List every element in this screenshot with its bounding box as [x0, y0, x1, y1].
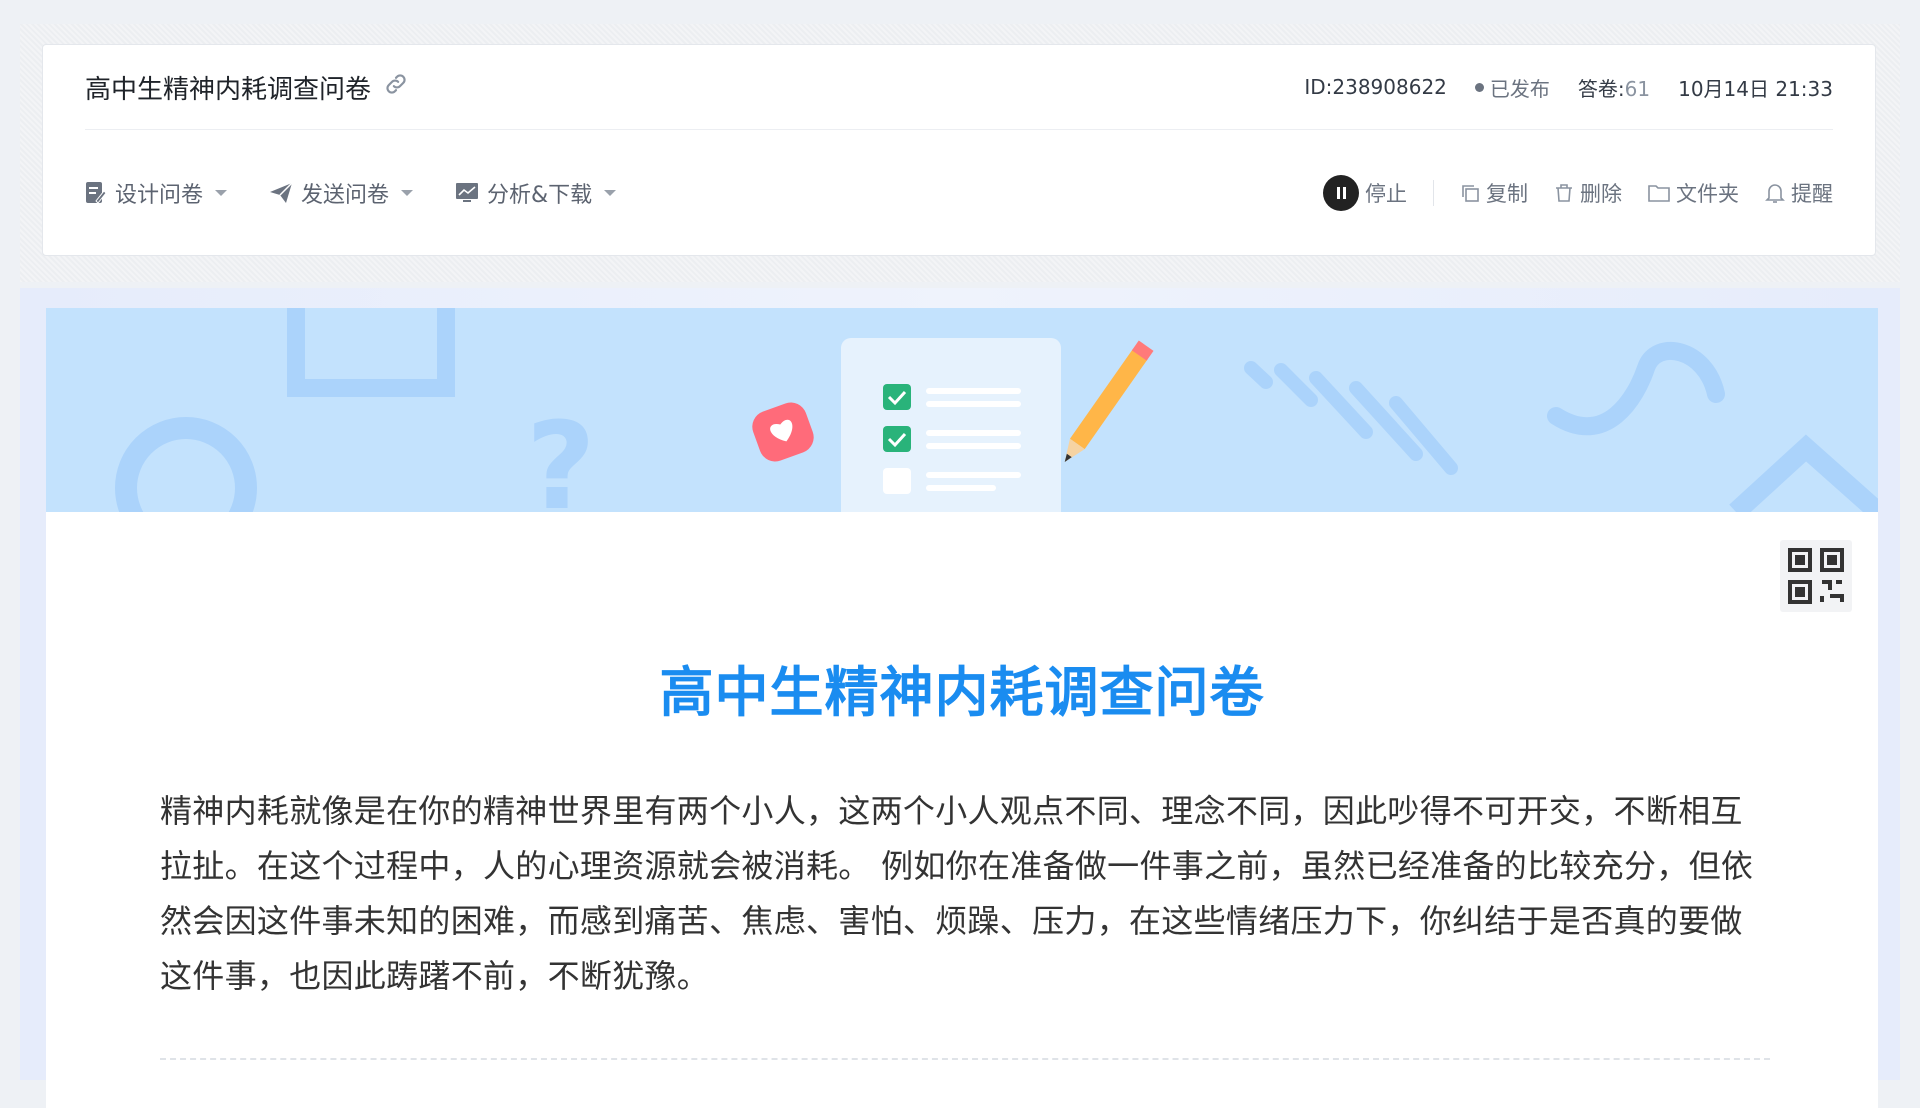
edit-document-icon [86, 182, 107, 204]
survey-preview-area: ? 高中生精神内耗调查问卷 精神内耗就像是在你的精神世界里有两个小人，这两个小人… [20, 288, 1900, 1108]
folder-button[interactable]: 文件夹 [1648, 178, 1739, 208]
publish-datetime: 10月14日 21:33 [1678, 76, 1833, 101]
remind-button[interactable]: 提醒 [1765, 178, 1833, 208]
chevron-down-icon [401, 190, 414, 196]
folder-icon [1648, 185, 1670, 202]
toolbar-row: 设计问卷 发送问卷 分析&下载 停止 复制 删除 文件夹 提醒 [85, 129, 1833, 257]
action-divider [1433, 180, 1434, 206]
qr-code-button[interactable] [1780, 540, 1852, 612]
survey-id: ID:238908622 [1304, 75, 1447, 99]
copy-icon [1462, 185, 1479, 202]
analyze-download-menu[interactable]: 分析&下载 [455, 177, 617, 209]
design-survey-label: 设计问卷 [115, 183, 204, 208]
copy-label: 复制 [1486, 182, 1528, 206]
stop-label: 停止 [1365, 182, 1407, 206]
delete-button[interactable]: 删除 [1554, 178, 1622, 208]
delete-label: 删除 [1580, 182, 1622, 206]
chevron-down-icon [604, 190, 617, 196]
status-dot-icon [1474, 82, 1484, 92]
survey-description: 精神内耗就像是在你的精神世界里有两个小人，这两个小人观点不同、理念不同，因此吵得… [160, 792, 1754, 995]
stop-button[interactable]: 停止 [1323, 175, 1407, 211]
section-divider [160, 1058, 1770, 1060]
main-menus: 设计问卷 发送问卷 分析&下载 [85, 177, 617, 209]
banner-illustration: ? [115, 308, 1878, 512]
answers-count: 61 [1624, 76, 1651, 101]
copy-button[interactable]: 复制 [1460, 178, 1528, 208]
link-icon[interactable] [383, 71, 409, 104]
send-survey-label: 发送问卷 [301, 183, 390, 208]
send-survey-menu[interactable]: 发送问卷 [269, 177, 414, 209]
answers-count-group[interactable]: 答卷:61 [1578, 73, 1650, 102]
bell-icon [1765, 184, 1785, 203]
answers-label: 答卷: [1577, 76, 1625, 101]
chevron-down-icon [215, 190, 228, 196]
survey-title: 高中生精神内耗调查问卷 [659, 661, 1265, 724]
trash-icon [1556, 184, 1572, 202]
status-badge: 已发布 [1474, 73, 1550, 102]
survey-banner: ? [46, 308, 1878, 512]
survey-name-group: 高中生精神内耗调查问卷 [85, 69, 409, 106]
header-area: 高中生精神内耗调查问卷 ID:238908622 已发布 答卷:61 10月14… [20, 24, 1900, 282]
chart-monitor-icon [456, 183, 479, 202]
paper-plane-icon [270, 182, 293, 203]
svg-text:?: ? [526, 398, 596, 512]
survey-header-card: 高中生精神内耗调查问卷 ID:238908622 已发布 答卷:61 10月14… [42, 44, 1876, 256]
survey-preview: ? 高中生精神内耗调查问卷 精神内耗就像是在你的精神世界里有两个小人，这两个小人… [46, 308, 1878, 1108]
analyze-download-label: 分析&下载 [487, 183, 593, 208]
design-survey-menu[interactable]: 设计问卷 [85, 177, 228, 209]
qr-code-icon [1788, 548, 1844, 604]
pause-icon [1323, 175, 1359, 211]
status-text: 已发布 [1489, 76, 1550, 101]
survey-meta: ID:238908622 已发布 答卷:61 10月14日 21:33 [1304, 73, 1833, 102]
folder-label: 文件夹 [1676, 182, 1739, 206]
remind-label: 提醒 [1791, 182, 1833, 206]
action-buttons: 停止 复制 删除 文件夹 提醒 [1323, 175, 1833, 211]
survey-name: 高中生精神内耗调查问卷 [85, 74, 372, 105]
header-info-row: 高中生精神内耗调查问卷 ID:238908622 已发布 答卷:61 10月14… [85, 45, 1833, 130]
